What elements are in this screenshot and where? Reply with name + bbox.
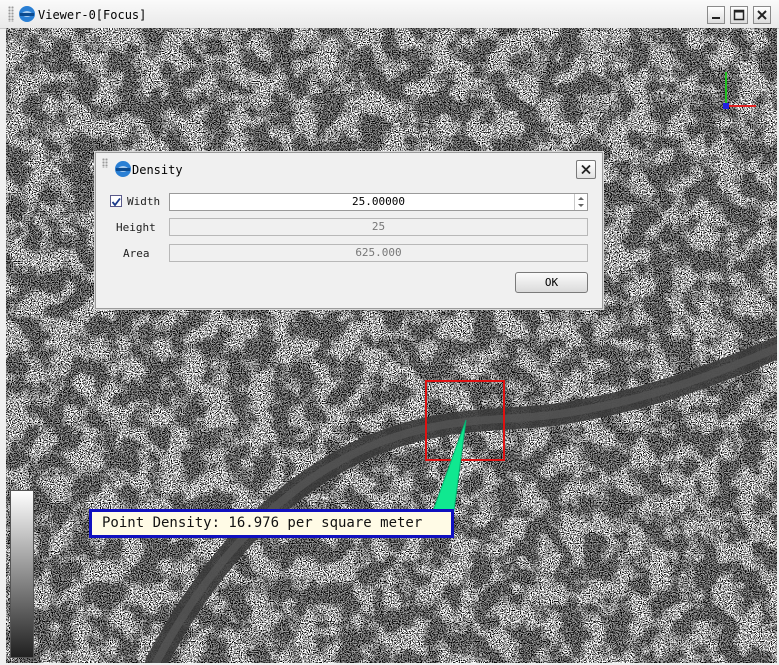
minimize-button[interactable] (707, 6, 725, 24)
area-label: Area (123, 247, 150, 260)
spin-arrows-icon (578, 197, 584, 207)
window-title: Viewer-0[Focus] (38, 8, 147, 22)
minimize-icon (712, 17, 720, 19)
width-checkbox[interactable] (110, 195, 122, 207)
point-cloud-viewport[interactable]: Point Density: 16.976 per square meter (6, 28, 777, 663)
height-field: 25 (169, 218, 588, 236)
drag-grip-icon[interactable] (8, 6, 14, 22)
dialog-logo-icon (115, 161, 131, 177)
ok-button[interactable]: OK (515, 272, 588, 293)
dialog-title: Density (132, 163, 183, 177)
width-value: 25.00000 (352, 195, 405, 208)
density-dialog[interactable]: Density Width 25.00000 Height 25 Area 62… (95, 152, 603, 309)
dialog-close-button[interactable] (576, 160, 596, 179)
height-label: Height (116, 221, 156, 234)
width-input[interactable]: 25.00000 (169, 193, 588, 211)
close-window-button[interactable] (753, 6, 771, 24)
callout-pointer (432, 419, 467, 512)
maximize-icon (733, 9, 745, 21)
check-icon (111, 197, 121, 207)
area-field: 625.000 (169, 244, 588, 262)
maximize-button[interactable] (730, 6, 748, 24)
close-icon (757, 10, 767, 20)
width-label: Width (127, 195, 161, 208)
width-spinner[interactable] (574, 194, 587, 210)
app-logo-icon (19, 6, 35, 22)
viewer-title-bar[interactable]: Viewer-0[Focus] (0, 0, 779, 29)
close-icon (581, 164, 591, 175)
dialog-grip-icon[interactable] (102, 158, 108, 168)
point-density-callout: Point Density: 16.976 per square meter (89, 509, 454, 538)
